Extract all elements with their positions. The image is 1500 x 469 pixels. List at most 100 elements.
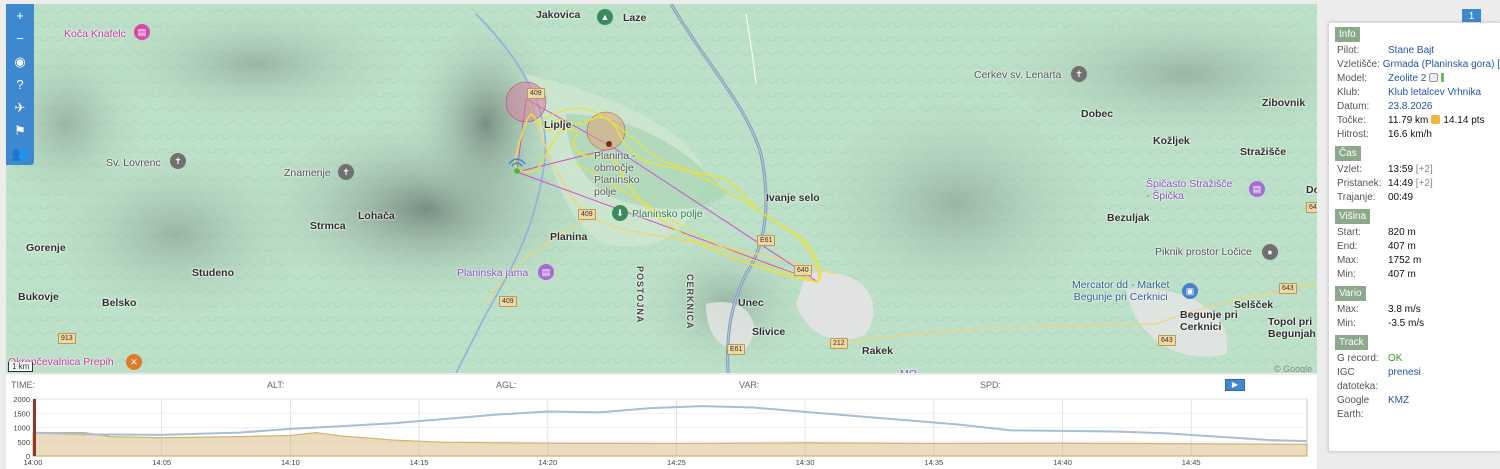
place-label-zibovnik[interactable]: Zibovnik: [1262, 97, 1305, 109]
info-value-text: 16.6 km/h: [1388, 129, 1432, 140]
map-canvas[interactable]: [6, 4, 1317, 373]
info-row: Max: 1752 m: [1329, 254, 1500, 268]
altitude-chart[interactable]: 050010001500200014:00 14:05 14:10 14:15 14:2…: [6, 375, 1317, 469]
planinsko-polje-icon[interactable]: ⬇: [612, 205, 628, 221]
info-value: 14:49 [+2]: [1388, 177, 1433, 191]
road-number-r409b: 409: [578, 209, 596, 220]
place-label-znamenje[interactable]: Znamenje: [284, 167, 331, 179]
info-row: Trajanje: 00:49: [1329, 191, 1500, 205]
place-label-begunje[interactable]: Begunje pri Cerknici: [1180, 309, 1238, 333]
place-label-sv-lovrenc[interactable]: Sv. Lovrenc: [106, 157, 161, 169]
section-header: Track: [1335, 335, 1368, 350]
map-view[interactable]: Koča Knafelc Jakovica Laze Cerkev sv. Lenar…: [6, 4, 1317, 373]
info-key: IGC datoteka:: [1337, 367, 1379, 392]
place-label-strmca[interactable]: Strmca: [310, 220, 346, 232]
place-label-unec[interactable]: Unec: [738, 297, 764, 309]
place-label-planina-obmocje[interactable]: Planina - območje Planinsko polje: [594, 150, 640, 198]
place-label-jakovica[interactable]: Jakovica: [536, 9, 580, 21]
info-key: G record:: [1337, 353, 1379, 364]
place-label-planinsko-polje[interactable]: Planinsko polje: [632, 208, 703, 220]
info-value[interactable]: Klub letalcev Vrhnika: [1388, 86, 1481, 100]
info-value: 820 m: [1388, 226, 1416, 240]
flags-icon[interactable]: ⚑: [6, 119, 34, 142]
place-label-do[interactable]: Do: [1306, 184, 1317, 196]
time-cursor: [33, 399, 36, 456]
place-label-planina[interactable]: Planina: [550, 231, 587, 243]
info-row: Točke: 11.79 km 14.14 pts: [1329, 114, 1500, 128]
zoom-out-icon[interactable]: −: [6, 27, 34, 50]
info-row: Klub: Klub letalcev Vrhnika: [1329, 86, 1500, 100]
mercator-icon[interactable]: ▣: [1182, 283, 1198, 299]
place-label-kozljek[interactable]: Kožljek: [1153, 135, 1190, 147]
info-value-text: 407 m: [1388, 241, 1416, 252]
info-value-text: Grmada (Planinska gora) [: [1382, 59, 1500, 70]
place-label-slivice[interactable]: Slivice: [752, 326, 785, 338]
piknik-icon[interactable]: ●: [1262, 244, 1278, 260]
x-tick-label: 14:25: [667, 458, 686, 467]
znamenje-icon[interactable]: ✝: [338, 164, 354, 180]
place-label-bukovje[interactable]: Bukovje: [18, 291, 59, 303]
place-label-laze[interactable]: Laze: [623, 12, 646, 24]
spicasto-icon[interactable]: ▤: [1249, 181, 1265, 197]
koca-knafelc-icon[interactable]: ▤: [134, 24, 150, 40]
info-key: Klub:: [1337, 87, 1360, 98]
section-track: Track G record: OK IGC datoteka: prenesi Goog…: [1329, 331, 1500, 422]
info-row: Pilot: Stane Bajt: [1329, 44, 1500, 58]
info-value[interactable]: 23.8.2026: [1388, 100, 1433, 114]
road-label-postojna: POSTOJNA: [635, 266, 645, 324]
place-label-selscek[interactable]: Selšček: [1234, 299, 1273, 311]
locate-icon[interactable]: ◉: [6, 50, 34, 73]
place-label-rakek[interactable]: Rakek: [862, 345, 893, 357]
okrepcevalnica-icon[interactable]: ✕: [126, 354, 142, 370]
place-label-lipljie[interactable]: Liplje: [544, 119, 571, 131]
place-label-topol[interactable]: Topol pri Begunjah: [1268, 316, 1316, 340]
section-header: Info: [1335, 27, 1360, 42]
users-icon[interactable]: 👥: [6, 142, 34, 165]
info-sub: [+2]: [1413, 164, 1433, 175]
sv-lovrenc-icon[interactable]: ✝: [170, 153, 186, 169]
cerkev-icon[interactable]: ✝: [1071, 66, 1087, 82]
y-tick-label: 2000: [13, 395, 30, 404]
jakovica-icon[interactable]: ▲: [597, 9, 613, 25]
info-row: Min: -3.5 m/s: [1329, 317, 1500, 331]
place-label-piknik[interactable]: Piknik prostor Ločice: [1155, 246, 1252, 258]
info-value[interactable]: KMZ: [1388, 394, 1409, 422]
info-value[interactable]: Stane Bajt: [1388, 44, 1434, 58]
info-sub: [+2]: [1413, 178, 1433, 189]
place-label-studeno[interactable]: Studeno: [192, 267, 234, 279]
place-label-strazisce[interactable]: Stražišče: [1240, 146, 1286, 158]
info-key: Pilot:: [1337, 45, 1360, 56]
info-row: Pristanek: 14:49 [+2]: [1329, 177, 1500, 191]
x-tick-label: 14:20: [538, 458, 557, 467]
place-label-spicasto[interactable]: Špičasto Stražišče - Špička: [1146, 178, 1232, 202]
planinska-jama-icon[interactable]: ▤: [538, 264, 554, 280]
info-row: Model: Zeolite 2: [1329, 72, 1500, 86]
place-label-dobec[interactable]: Dobec: [1081, 108, 1113, 120]
place-label-ivanje-selo[interactable]: Ivanje selo: [766, 192, 820, 204]
info-key: Hitrost:: [1337, 129, 1369, 140]
info-value: 407 m: [1388, 268, 1416, 282]
info-key: Google Earth:: [1337, 395, 1370, 420]
scale-bar: 1 km: [8, 362, 34, 372]
plane-icon[interactable]: ✈: [6, 96, 34, 119]
info-value[interactable]: Zeolite 2: [1388, 72, 1445, 86]
info-value: 11.79 km 14.14 pts: [1388, 114, 1485, 128]
place-label-bezuljak[interactable]: Bezuljak: [1107, 212, 1150, 224]
info-key: Max:: [1337, 304, 1359, 315]
info-row: Vzletišče: Grmada (Planinska gora) [: [1329, 58, 1500, 72]
place-label-gorenje[interactable]: Gorenje: [26, 242, 66, 254]
place-label-belsko[interactable]: Belsko: [102, 297, 136, 309]
section-vario: Vario Max: 3.8 m/s Min: -3.5 m/s: [1329, 282, 1500, 331]
info-value[interactable]: Grmada (Planinska gora) [: [1383, 58, 1500, 72]
place-label-mercator[interactable]: Mercator dd - Market Begunje pri Cerknic…: [1072, 279, 1169, 303]
info-value[interactable]: prenesi: [1388, 366, 1421, 394]
place-label-koca-knafelc[interactable]: Koča Knafelc: [64, 28, 126, 40]
place-label-cerkev-lenarta[interactable]: Cerkev sv. Lenarta: [974, 69, 1061, 81]
place-label-mo[interactable]: MO: [900, 368, 917, 373]
info-value-text: 13:59: [1388, 164, 1414, 175]
place-label-planinska-jama[interactable]: Planinska jama: [457, 267, 528, 279]
place-label-lohaca[interactable]: Lohača: [358, 210, 395, 222]
question-icon[interactable]: ?: [6, 73, 34, 96]
zoom-in-icon[interactable]: +: [6, 4, 34, 27]
altitude-chart-panel[interactable]: TIME: ALT: AGL: VAR: SPD: ▶ 0 500 1000 1500…: [6, 375, 1317, 469]
